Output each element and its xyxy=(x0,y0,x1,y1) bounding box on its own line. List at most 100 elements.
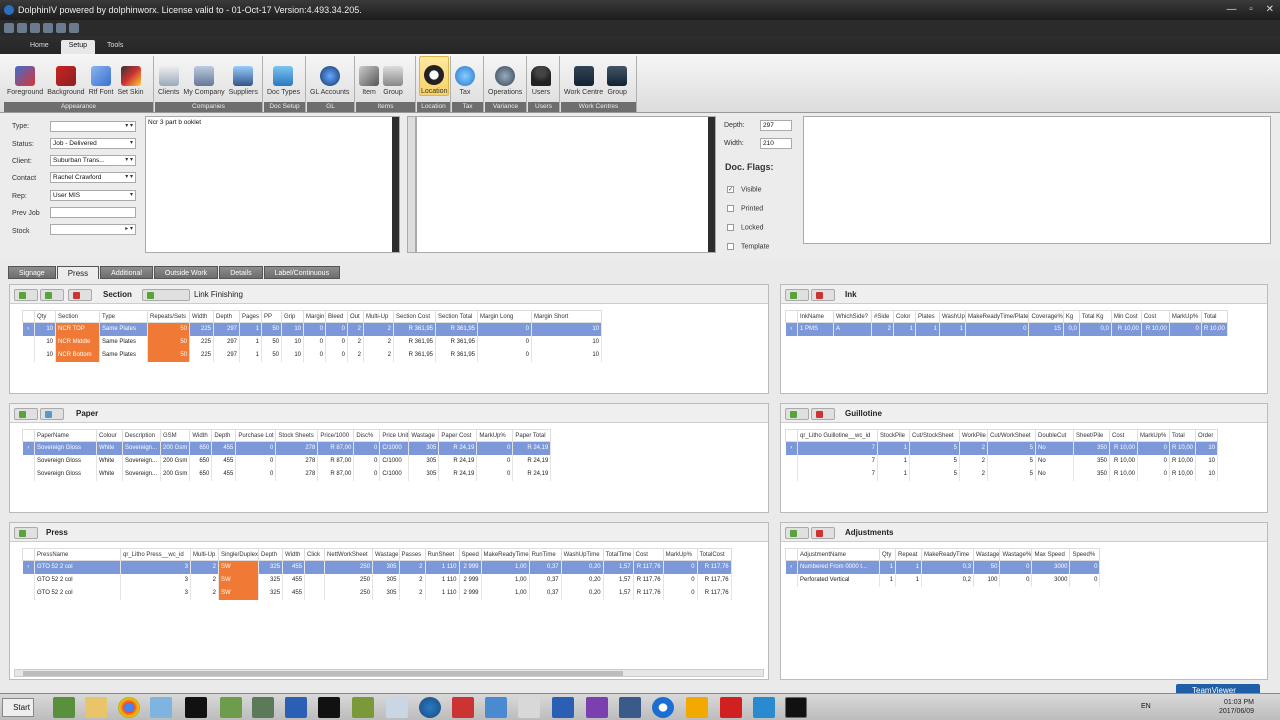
column-header[interactable]: PP xyxy=(261,310,282,323)
column-header[interactable]: MarkUp% xyxy=(1168,310,1202,323)
edit-button[interactable] xyxy=(40,289,64,301)
delete-button[interactable] xyxy=(811,289,835,301)
column-header[interactable]: MarkUp% xyxy=(476,429,514,442)
checkbox[interactable] xyxy=(727,224,734,231)
column-header[interactable]: Speed% xyxy=(1069,548,1101,561)
view-button[interactable] xyxy=(40,408,64,420)
clock[interactable]: 01:03 PM 2017/06/09 xyxy=(1219,698,1254,716)
delete-button[interactable] xyxy=(811,408,835,420)
table-row[interactable]: Sovereign Gloss White Sovereign... 200 Gsm 6… xyxy=(22,467,552,481)
table-cell[interactable]: 2 999 xyxy=(459,573,482,587)
table-cell[interactable]: 3 xyxy=(120,560,191,574)
table-cell[interactable]: 3000 xyxy=(1031,573,1071,587)
table-cell[interactable]: 305 xyxy=(408,441,440,455)
table-cell[interactable]: 0,20 xyxy=(561,560,604,574)
table-cell[interactable]: 297 xyxy=(213,335,240,349)
table-cell[interactable]: R 117,76 xyxy=(633,573,664,587)
column-header[interactable]: Total xyxy=(1168,429,1197,442)
dropdown-icon[interactable]: ▾ ▾ xyxy=(125,173,133,182)
doc-types-button[interactable]: Doc Types xyxy=(266,56,301,96)
table-cell[interactable]: 0,37 xyxy=(529,586,562,600)
dolphin-icon[interactable] xyxy=(785,697,807,718)
table-cell[interactable]: R 10,00 xyxy=(1109,441,1138,455)
table-cell[interactable]: 0 xyxy=(303,348,326,362)
language-indicator[interactable]: EN xyxy=(1141,703,1151,710)
column-header[interactable]: Qty xyxy=(879,548,896,561)
table-cell[interactable]: 350 xyxy=(1073,454,1110,468)
column-header[interactable]: Passes xyxy=(398,548,426,561)
table-cell[interactable]: 50 xyxy=(261,322,282,336)
column-header[interactable]: WorkPile xyxy=(959,429,988,442)
column-header[interactable]: TotalCost xyxy=(696,548,732,561)
column-header[interactable]: Wastage xyxy=(408,429,440,442)
table-cell[interactable]: R 10,00 xyxy=(1169,467,1197,481)
table-cell[interactable]: 250 xyxy=(324,573,374,587)
column-header[interactable]: AdjustmentName xyxy=(797,548,880,561)
flag-printed[interactable]: Printed xyxy=(727,205,763,212)
table-row[interactable]: › 7 1 5 2 5 No 350 R 10,00 0 R 10,00 10 xyxy=(785,441,1219,455)
column-header[interactable]: MakeReadyTime/Plate xyxy=(964,310,1030,323)
customize-icon[interactable] xyxy=(69,23,79,33)
table-cell[interactable]: 5 xyxy=(987,467,1036,481)
table-row[interactable]: GTO 52 2 col 3 2 SW 325 455 250 305 2 1 110 2 999 1… xyxy=(22,586,732,600)
table-cell[interactable]: R 361,95 xyxy=(435,335,478,349)
table-cell[interactable]: 2 xyxy=(399,573,426,587)
table-cell[interactable]: R 24,19 xyxy=(438,441,478,455)
table-cell[interactable]: 50 xyxy=(147,348,190,362)
app-icon[interactable] xyxy=(485,697,507,718)
column-header[interactable]: Depth xyxy=(211,429,237,442)
excel-icon[interactable] xyxy=(53,697,75,718)
table-cell[interactable]: 10 xyxy=(281,348,304,362)
column-header[interactable]: Color xyxy=(893,310,916,323)
column-header[interactable]: Coverage% xyxy=(1028,310,1064,323)
table-cell[interactable]: C/1000 xyxy=(379,441,410,455)
description-memo[interactable]: Ncr 3 part b ooklet xyxy=(145,116,400,253)
table-cell[interactable]: 278 xyxy=(275,454,319,468)
column-header[interactable]: Total xyxy=(1200,310,1228,323)
table-cell[interactable]: No xyxy=(1035,454,1074,468)
column-header[interactable]: RunTime xyxy=(528,548,562,561)
table-cell[interactable]: 325 xyxy=(258,586,284,600)
column-header[interactable]: Price Unit xyxy=(379,429,410,442)
table-cell[interactable]: 5 xyxy=(987,441,1036,455)
column-header[interactable]: Description xyxy=(122,429,161,442)
table-cell[interactable]: 305 xyxy=(372,560,400,574)
column-header[interactable]: TotalTime xyxy=(602,548,634,561)
table-cell[interactable]: 0 xyxy=(1069,560,1101,574)
table-cell[interactable]: 10 xyxy=(531,348,602,362)
scrollbar[interactable] xyxy=(708,117,715,252)
table-cell[interactable]: 50 xyxy=(147,322,190,336)
table-cell[interactable]: 0,20 xyxy=(561,573,604,587)
table-cell[interactable]: 250 xyxy=(324,586,374,600)
column-header[interactable]: Depth xyxy=(213,310,240,323)
table-cell[interactable]: 305 xyxy=(372,586,400,600)
table-cell[interactable]: 1 xyxy=(893,322,916,336)
table-cell[interactable]: R 87,00 xyxy=(317,454,355,468)
column-header[interactable]: Sheet/Pile xyxy=(1073,429,1110,442)
column-header[interactable]: Kg xyxy=(1062,310,1080,323)
table-cell[interactable]: Sovereign Gloss xyxy=(34,467,97,481)
table-cell[interactable]: 2 xyxy=(190,586,219,600)
tab-tools[interactable]: Tools xyxy=(99,40,131,54)
table-cell[interactable]: 350 xyxy=(1073,441,1110,455)
column-header[interactable]: Multi-Up xyxy=(190,548,219,561)
table-cell[interactable]: 0 xyxy=(353,441,381,455)
table-cell[interactable]: 50 xyxy=(261,348,282,362)
column-header[interactable]: Bleed xyxy=(325,310,348,323)
column-header[interactable]: Speed xyxy=(458,548,482,561)
table-cell[interactable]: 0,2 xyxy=(921,573,974,587)
table-cell[interactable]: 0 xyxy=(965,322,1030,336)
table-cell[interactable]: 455 xyxy=(282,573,306,587)
table-cell[interactable]: 0 xyxy=(476,454,514,468)
table-cell[interactable]: White xyxy=(96,441,123,455)
table-cell[interactable]: R 361,95 xyxy=(435,348,478,362)
table-cell[interactable]: 1,57 xyxy=(603,573,634,587)
delete-button[interactable] xyxy=(68,289,92,301)
table-cell[interactable]: 305 xyxy=(408,454,440,468)
table-cell[interactable]: No xyxy=(1035,467,1074,481)
table-cell[interactable]: R 24,19 xyxy=(438,467,478,481)
users-button[interactable]: Users xyxy=(530,56,552,96)
table-cell[interactable]: 1 PMS xyxy=(797,322,834,336)
column-header[interactable]: Stock Sheets xyxy=(275,429,319,442)
table-cell[interactable]: R 10,00 xyxy=(1109,467,1138,481)
